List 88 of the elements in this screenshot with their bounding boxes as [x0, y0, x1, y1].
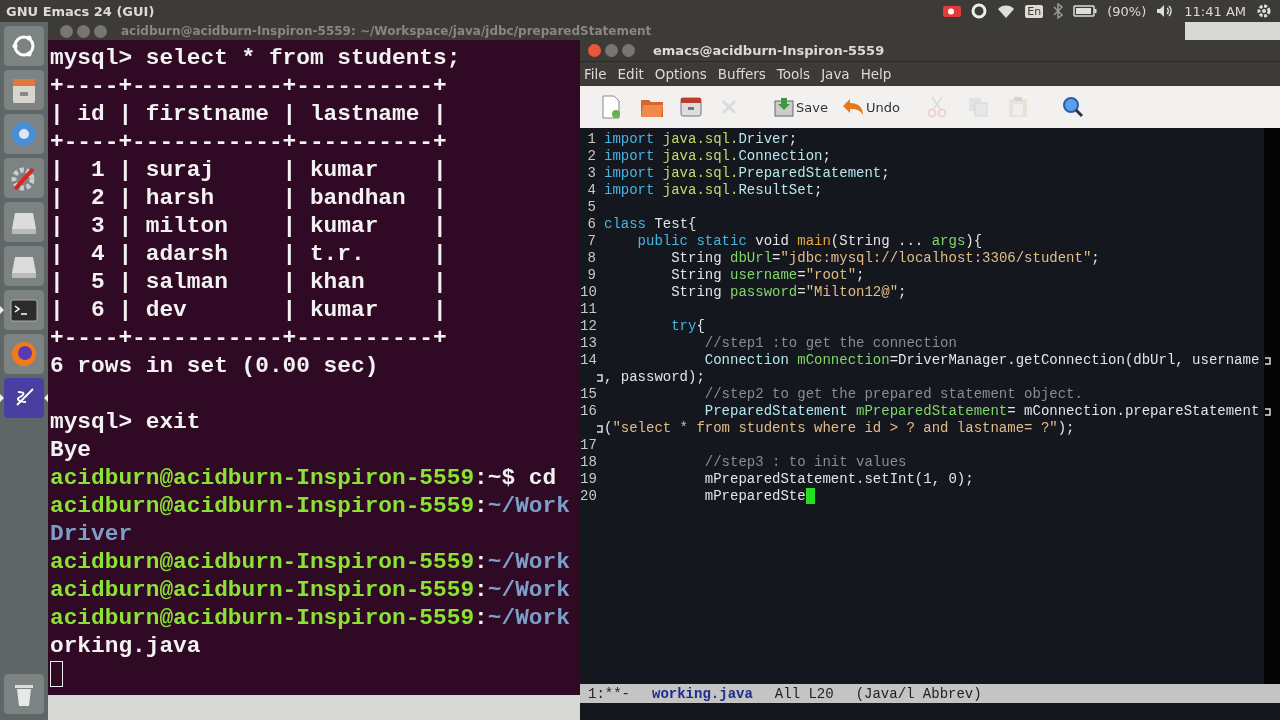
menu-item[interactable]: Java [821, 66, 850, 82]
terminal-line: acidburn@acidburn-Inspiron-5559:~$ cd [50, 464, 558, 492]
buffer-name: working.java [652, 685, 753, 702]
menu-item[interactable]: Tools [776, 66, 811, 82]
code-line: ("select * from students where id > ? and lastname= ?"); [604, 420, 1076, 437]
terminal-line: acidburn@acidburn-Inspiron-5559:~/Work [50, 492, 571, 520]
terminal-line: mysql> select * from students; [50, 44, 462, 72]
terminal-line: | 6 | dev | kumar | [50, 296, 448, 324]
code-line: //step2 to get the prepared statement object. [703, 386, 1084, 403]
battery-percentage: (90%) [1107, 3, 1147, 19]
minimize-button[interactable] [77, 24, 90, 38]
clock[interactable]: 11:41 AM [1184, 3, 1246, 19]
search-icon [1061, 96, 1084, 118]
ring-icon[interactable] [971, 3, 988, 19]
menu-item[interactable]: Options [654, 66, 707, 82]
menu-item[interactable]: Buffers [717, 66, 766, 82]
menu-item[interactable]: File [584, 66, 607, 82]
text-cursor [50, 661, 63, 687]
volume-icon[interactable] [1156, 4, 1175, 18]
terminal-line: acidburn@acidburn-Inspiron-5559:~/Work [50, 604, 571, 632]
terminal-line: | 3 | milton | kumar | [50, 212, 448, 240]
keyboard-layout-indicator[interactable]: En [1025, 4, 1044, 18]
code-line: , password); [604, 369, 706, 386]
terminal-line: | 2 | harsh | bandhan | [50, 184, 448, 212]
menu-item[interactable]: Edit [617, 66, 644, 82]
code-line: import java.sql.Driver; [604, 131, 799, 148]
terminal-line: Driver [50, 520, 134, 548]
launcher-item[interactable] [4, 290, 44, 330]
new-file-icon [600, 95, 622, 119]
maximize-button[interactable] [622, 44, 635, 57]
code-line: import java.sql.PreparedStatement; [604, 165, 891, 182]
terminal-line: 6 rows in set (0.00 sec) [50, 352, 380, 380]
code-line: mPreparedStatement.setInt(1, 0); [703, 471, 975, 488]
code-line: import java.sql.ResultSet; [604, 182, 824, 199]
terminal-line: acidburn@acidburn-Inspiron-5559:~/Work [50, 548, 571, 576]
launcher-item[interactable] [4, 378, 44, 418]
major-mode: (Java/l Abbrev) [855, 685, 982, 702]
code-line: public static void main(String ... args){ [636, 233, 984, 250]
scissors-icon [927, 96, 946, 118]
terminal-line: | 4 | adarsh | t.r. | [50, 240, 448, 268]
settings-icon[interactable] [1256, 3, 1272, 19]
quill-icon [9, 383, 39, 413]
close-button[interactable] [588, 44, 601, 57]
undo-icon [841, 98, 864, 116]
code-line: String dbUrl="jdbc:mysql://localhost:3306/student"; [670, 250, 1101, 267]
menu-item[interactable]: Help [860, 66, 892, 82]
window-title: emacs@acidburn-Inspiron-5559 [653, 43, 885, 58]
browser-icon [9, 339, 39, 369]
buffer-position: All L20 [774, 685, 834, 702]
code-line: Connection mConnection=DriverManager.getConnection(dbUrl, username [703, 352, 1261, 369]
text-cursor [805, 488, 815, 504]
buffer-status: 1:**- [588, 685, 630, 702]
browser-icon [9, 119, 39, 149]
clipboard-icon [1007, 96, 1028, 118]
toolbar-button[interactable]: Undo [837, 90, 904, 124]
wifi-icon[interactable] [997, 4, 1016, 18]
terminal-line: +----+-----------+----------+ [50, 324, 448, 352]
terminal-line: +----+-----------+----------+ [50, 72, 448, 100]
code-line: String username="root"; [670, 267, 866, 284]
bluetooth-icon[interactable] [1053, 3, 1064, 19]
window-title: acidburn@acidburn-Inspiron-5559: ~/Workspace/java/jdbc/preparedStatement [121, 24, 652, 38]
terminal-line: Bye [50, 436, 93, 464]
code-line: //step3 : to init values [703, 454, 908, 471]
terminal-line: mysql> exit [50, 408, 202, 436]
save-icon [774, 97, 794, 117]
terminal-line: | 1 | suraj | kumar | [50, 156, 448, 184]
battery-icon[interactable] [1073, 5, 1098, 17]
launcher-item[interactable] [4, 26, 44, 66]
code-line: PreparedStatement mPreparedStatement= mConnection.prepareStatement [703, 403, 1261, 420]
app-title: GNU Emacs 24 (GUI) [6, 3, 155, 19]
terminal-line: | id | firstname | lastname | [50, 100, 448, 128]
camera-icon[interactable] [943, 4, 962, 18]
code-line: class Test{ [604, 216, 698, 233]
code-line: try{ [670, 318, 706, 335]
code-line: mPreparedSte [604, 488, 1262, 505]
code-line: //step1 :to get the connection [703, 335, 958, 352]
copy-icon [967, 97, 988, 117]
terminal-line: +----+-----------+----------+ [50, 128, 448, 156]
maximize-button[interactable] [94, 24, 107, 38]
code-line: String password="Milton12@"; [670, 284, 908, 301]
terminal-line: orking.java [50, 632, 202, 660]
close-button[interactable] [60, 24, 73, 38]
toolbar-button[interactable]: Save [770, 90, 832, 124]
code-line: import java.sql.Connection; [604, 148, 832, 165]
minimize-button[interactable] [605, 44, 618, 57]
terminal-line: acidburn@acidburn-Inspiron-5559:~/Work [50, 576, 571, 604]
terminal-line: | 5 | salman | khan | [50, 268, 448, 296]
cabinet-icon [680, 96, 702, 118]
